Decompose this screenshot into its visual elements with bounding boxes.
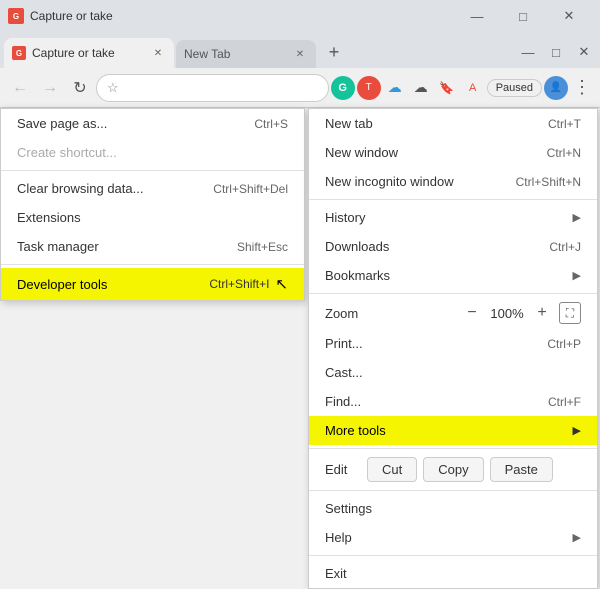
tab-strip: G Capture or take ✕ New Tab ✕ + — □ ✕ (0, 32, 600, 68)
menu-item-cast[interactable]: Cast... (309, 358, 597, 387)
menu-item-history[interactable]: History ▶ (309, 203, 597, 232)
minimize-button[interactable]: — (454, 0, 500, 32)
menu-item-bookmarks[interactable]: Bookmarks ▶ (309, 261, 597, 290)
menu-item-help[interactable]: Help ▶ (309, 523, 597, 552)
paste-button[interactable]: Paste (490, 457, 553, 482)
right-divider-3 (309, 448, 597, 449)
ext-icon-4[interactable]: ☁ (409, 76, 433, 100)
menu-item-print[interactable]: Print... Ctrl+P (309, 329, 597, 358)
back-button[interactable]: ← (6, 74, 34, 102)
window-title: Capture or take (30, 9, 150, 23)
tab-1[interactable]: G Capture or take ✕ (4, 38, 174, 68)
title-bar: G Capture or take — □ ✕ (0, 0, 600, 32)
tab-1-close[interactable]: ✕ (150, 45, 166, 61)
right-divider-2 (309, 293, 597, 294)
menu-item-find[interactable]: Find... Ctrl+F (309, 387, 597, 416)
cursor-indicator: ↖ (275, 275, 288, 293)
window-favicon: G (8, 8, 24, 24)
menu-item-exit[interactable]: Exit (309, 559, 597, 588)
tab-strip-close[interactable]: ✕ (570, 40, 598, 64)
tab-1-label: Capture or take (32, 46, 144, 60)
address-bar[interactable]: ☆ (96, 74, 329, 102)
menu-item-create-shortcut: Create shortcut... (1, 138, 304, 167)
context-menu-right: New tab Ctrl+T New window Ctrl+N New inc… (308, 108, 598, 589)
zoom-minus-button[interactable]: − (461, 302, 483, 324)
right-divider-1 (309, 199, 597, 200)
ext-icon-3[interactable]: ☁ (383, 76, 407, 100)
zoom-plus-button[interactable]: + (531, 302, 553, 324)
divider-1 (1, 170, 304, 171)
menu-item-clear-browsing[interactable]: Clear browsing data... Ctrl+Shift+Del (1, 174, 304, 203)
context-menu-left: Save page as... Ctrl+S Create shortcut..… (0, 108, 305, 301)
ext-icon-6[interactable]: A (461, 76, 485, 100)
star-icon: ☆ (107, 80, 119, 96)
refresh-button[interactable]: ↻ (66, 74, 94, 102)
tab-1-favicon: G (12, 46, 26, 60)
menu-item-developer-tools[interactable]: Developer tools Ctrl+Shift+I ↖ (1, 268, 304, 300)
tab-strip-maximize[interactable]: □ (542, 40, 570, 64)
menu-item-settings[interactable]: Settings (309, 494, 597, 523)
menu-item-extensions[interactable]: Extensions (1, 203, 304, 232)
forward-button[interactable]: → (36, 74, 64, 102)
menu-item-more-tools[interactable]: More tools ▶ (309, 416, 597, 445)
toolbar: ← → ↻ ☆ G T ☁ ☁ 🔖 A Paused 👤 ⋮ (0, 68, 600, 108)
paused-label: Paused (496, 82, 533, 94)
page-content: Save page as... Ctrl+S Create shortcut..… (0, 108, 600, 557)
ext-icon-5[interactable]: 🔖 (435, 76, 459, 100)
right-divider-5 (309, 555, 597, 556)
tab-strip-minimize[interactable]: — (514, 40, 542, 64)
cut-button[interactable]: Cut (367, 457, 417, 482)
copy-button[interactable]: Copy (423, 457, 483, 482)
edit-row: Edit Cut Copy Paste (309, 452, 597, 487)
divider-2 (1, 264, 304, 265)
tab-2-label: New Tab (184, 47, 286, 61)
zoom-value: 100% (489, 306, 525, 321)
close-button[interactable]: ✕ (546, 0, 592, 32)
menu-item-save-page[interactable]: Save page as... Ctrl+S (1, 109, 304, 138)
zoom-label: Zoom (325, 306, 455, 321)
menu-item-new-incognito[interactable]: New incognito window Ctrl+Shift+N (309, 167, 597, 196)
menu-item-new-window[interactable]: New window Ctrl+N (309, 138, 597, 167)
edit-label: Edit (325, 462, 361, 477)
tab-2-close[interactable]: ✕ (292, 46, 308, 62)
ext-icon-2[interactable]: T (357, 76, 381, 100)
avatar[interactable]: 👤 (544, 76, 568, 100)
paused-badge[interactable]: Paused (487, 79, 542, 97)
maximize-button[interactable]: □ (500, 0, 546, 32)
grammarly-icon[interactable]: G (331, 76, 355, 100)
new-tab-button[interactable]: + (320, 38, 348, 66)
zoom-row: Zoom − 100% + ⛶ (309, 297, 597, 329)
menu-item-downloads[interactable]: Downloads Ctrl+J (309, 232, 597, 261)
menu-item-task-manager[interactable]: Task manager Shift+Esc (1, 232, 304, 261)
zoom-expand-button[interactable]: ⛶ (559, 302, 581, 324)
tab-2[interactable]: New Tab ✕ (176, 40, 316, 68)
menu-button[interactable]: ⋮ (570, 77, 594, 98)
right-divider-4 (309, 490, 597, 491)
menu-item-new-tab[interactable]: New tab Ctrl+T (309, 109, 597, 138)
